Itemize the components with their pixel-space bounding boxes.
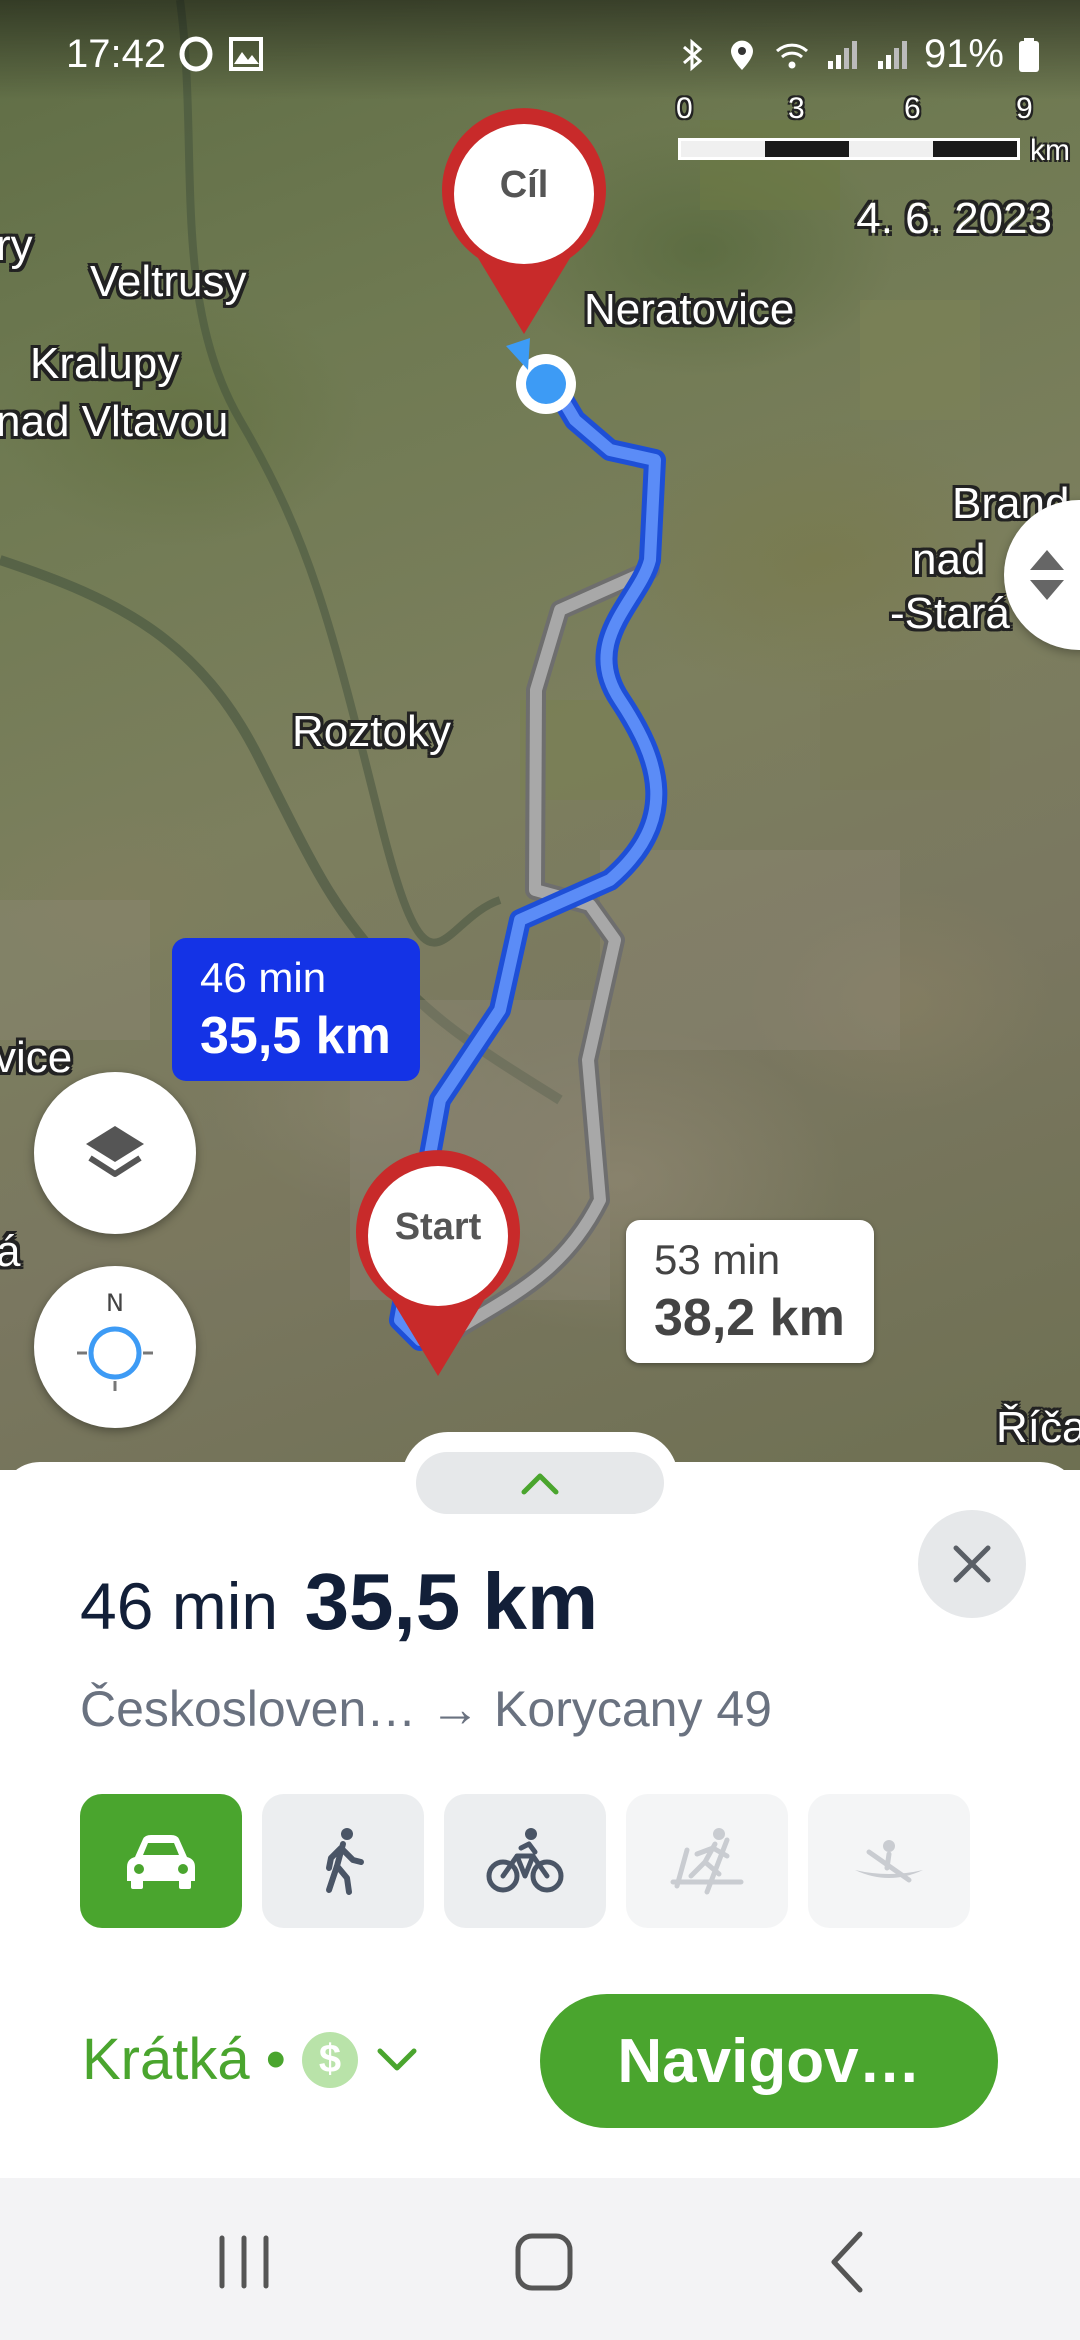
status-bar: 17:42 91% bbox=[0, 0, 1080, 100]
compass-button[interactable]: N bbox=[34, 1266, 196, 1428]
scale-unit: km bbox=[1030, 134, 1070, 167]
route-description: Českosloven… → Korycany 49 bbox=[80, 1681, 772, 1737]
mode-ski-button[interactable] bbox=[626, 1794, 788, 1928]
signal-icon bbox=[827, 40, 857, 69]
opera-icon bbox=[179, 36, 213, 72]
navigate-button[interactable]: Navigov… bbox=[540, 1994, 998, 2128]
place-label-kralupy-line2: nad Vltavou bbox=[0, 397, 229, 446]
mode-bike-button[interactable] bbox=[444, 1794, 606, 1928]
route-type-label: Krátká bbox=[82, 2027, 250, 2092]
route-type-selector[interactable]: Krátká • $ bbox=[82, 2026, 420, 2093]
zoom-slider-handle[interactable] bbox=[1004, 500, 1080, 650]
transport-mode-selector bbox=[80, 1794, 970, 1928]
bicycle-icon bbox=[486, 1828, 564, 1893]
close-icon bbox=[953, 1545, 991, 1583]
mode-walk-button[interactable] bbox=[262, 1794, 424, 1928]
location-icon bbox=[730, 40, 753, 70]
map-scale: 0 3 6 9 km bbox=[676, 92, 1070, 172]
place-label-kralupy: Kralupy bbox=[30, 339, 180, 388]
system-nav-bar bbox=[0, 2178, 1080, 2340]
chevron-up-icon bbox=[521, 1473, 559, 1495]
place-label-edge-2: vice bbox=[0, 1033, 73, 1082]
alt-route-time: 53 min bbox=[654, 1236, 781, 1283]
skiing-icon bbox=[670, 1828, 744, 1895]
place-label-brandys-line3: -Stará bbox=[890, 589, 1010, 638]
place-label-brandys-line2: nad bbox=[912, 535, 986, 584]
alt-route-distance: 38,2 km bbox=[654, 1288, 845, 1347]
destination-pin-label: Cíl bbox=[499, 164, 549, 206]
pin-marker-icon bbox=[442, 108, 606, 335]
walking-icon bbox=[326, 1828, 364, 1895]
recent-apps-icon[interactable] bbox=[204, 2222, 284, 2302]
scale-bar bbox=[678, 138, 1020, 160]
layers-icon bbox=[86, 1126, 144, 1177]
compass-icon: N bbox=[77, 1289, 153, 1391]
wifi-icon bbox=[775, 43, 808, 68]
alt-route-bubble[interactable]: 53 min 38,2 km bbox=[626, 1220, 874, 1363]
mode-car-button[interactable] bbox=[80, 1794, 242, 1928]
mode-canoe-button[interactable] bbox=[808, 1794, 970, 1928]
toll-icon: $ bbox=[301, 2031, 358, 2088]
route-type-separator: • bbox=[265, 2027, 286, 2092]
place-label-veltrusy: Veltrusy bbox=[90, 257, 247, 306]
map-layers-button[interactable] bbox=[34, 1072, 196, 1234]
main-route-time: 46 min bbox=[200, 954, 327, 1001]
sheet-expand-handle[interactable] bbox=[402, 1432, 678, 1524]
destination-pin[interactable]: Cíl bbox=[438, 108, 610, 338]
back-icon[interactable] bbox=[808, 2222, 888, 2302]
pin-marker-icon bbox=[356, 1150, 520, 1376]
status-time: 17:42 bbox=[66, 32, 167, 76]
chevron-down-icon bbox=[377, 2048, 417, 2070]
bluetooth-icon bbox=[682, 38, 703, 71]
up-down-arrows-icon bbox=[1030, 550, 1064, 600]
route-time: 46 min bbox=[80, 1569, 279, 1643]
home-icon[interactable] bbox=[504, 2222, 584, 2302]
start-pin[interactable]: Start bbox=[352, 1150, 524, 1380]
main-route-bubble[interactable]: 46 min 35,5 km bbox=[172, 938, 420, 1081]
place-label-roztoky: Roztoky bbox=[292, 707, 451, 756]
place-label-neratovice: Neratovice bbox=[584, 285, 795, 334]
signal-icon bbox=[877, 40, 907, 69]
main-route-distance: 35,5 km bbox=[200, 1006, 391, 1065]
svg-text:N: N bbox=[106, 1289, 124, 1317]
route-distance: 35,5 km bbox=[304, 1557, 599, 1646]
place-label-edge-3: á bbox=[0, 1227, 21, 1276]
map-view[interactable]: Veltrusy Kralupy nad Vltavou Neratovice … bbox=[0, 0, 1080, 1470]
canoe-icon bbox=[855, 1840, 923, 1883]
place-label-kralupy-line1: Kralupy bbox=[30, 339, 180, 388]
close-button[interactable] bbox=[918, 1510, 1026, 1618]
route-summary: 46 min 35,5 km bbox=[80, 1556, 598, 1648]
imagery-date: 4. 6. 2023 bbox=[856, 194, 1052, 243]
battery-percent: 91% bbox=[923, 32, 1004, 76]
place-label-ricany: Říča bbox=[996, 1403, 1080, 1452]
gallery-icon bbox=[229, 37, 263, 71]
place-label-edge-1: ry bbox=[0, 221, 33, 270]
car-icon bbox=[127, 1835, 195, 1889]
battery-icon bbox=[1019, 37, 1039, 72]
start-pin-label: Start bbox=[394, 1206, 482, 1248]
